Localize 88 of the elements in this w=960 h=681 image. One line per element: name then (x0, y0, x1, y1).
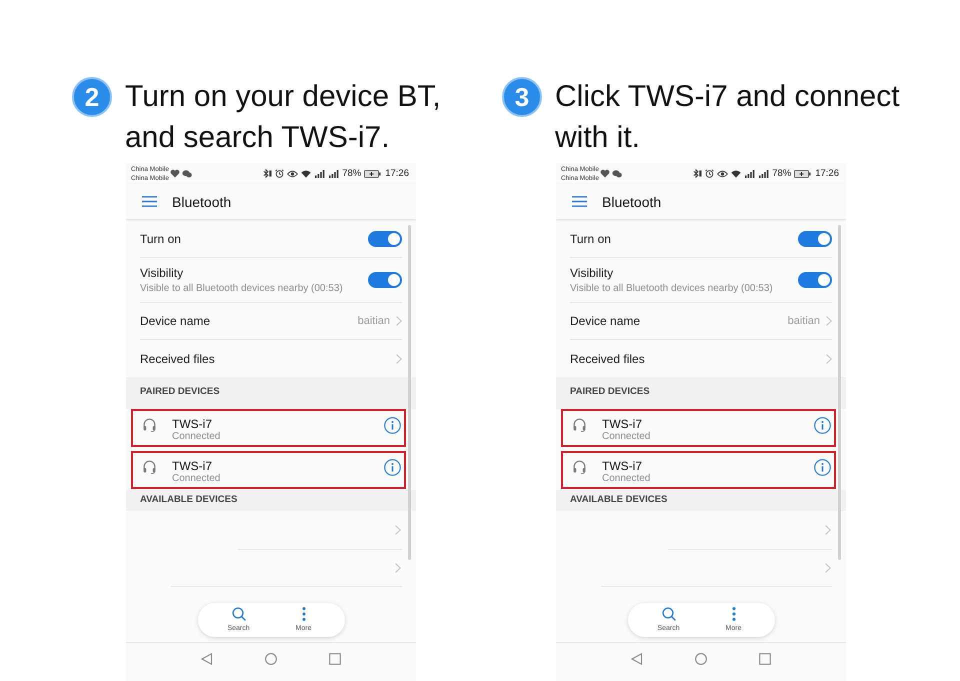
clock-time: 17:26 (385, 168, 409, 179)
app-title: Bluetooth (602, 194, 662, 210)
setting-label: Turn on (570, 232, 611, 246)
setting-label: Received files (140, 352, 215, 366)
alarm-icon (705, 169, 714, 178)
menu-icon[interactable] (572, 196, 587, 207)
search-icon (662, 607, 676, 621)
toggle-switch[interactable] (368, 230, 402, 247)
wifi-icon (731, 170, 742, 178)
device-row[interactable]: TWS-i7 Connected (131, 451, 406, 489)
more-icon (302, 607, 306, 621)
clock-time: 17:26 (815, 168, 839, 179)
battery-percent: 78% (342, 168, 362, 179)
step-title: Click TWS-i7 and connect with it. (555, 79, 900, 156)
setting-value: baitian (788, 314, 820, 328)
device-status: Connected (602, 431, 650, 442)
section-header: AVAILABLE DEVICES (556, 490, 846, 511)
device-status: Connected (602, 473, 650, 484)
wifi-icon (301, 170, 312, 178)
chevron-right-icon (395, 563, 401, 573)
signal-icon (744, 170, 756, 178)
eye-icon (287, 170, 298, 178)
info-icon[interactable] (814, 417, 831, 434)
battery-icon (794, 170, 812, 178)
signal-icon (314, 170, 326, 178)
heart-icon (170, 169, 180, 178)
device-status: Connected (172, 431, 220, 442)
setting-label: Visibility (140, 266, 184, 280)
section-header: PAIRED DEVICES (126, 377, 416, 409)
recent-apps-icon[interactable] (759, 653, 771, 665)
step-badge: 2 (72, 77, 112, 117)
setting-value: baitian (358, 314, 390, 328)
setting-description: Visible to all Bluetooth devices nearby (00:53) (570, 282, 773, 295)
setting-label: Turn on (140, 232, 181, 246)
setting-label: Device name (570, 314, 640, 328)
chevron-right-icon (825, 563, 831, 573)
step-title: Turn on your device BT, and search TWS-i7. (125, 79, 441, 156)
eye-icon (717, 170, 728, 178)
chevron-right-icon (395, 525, 401, 535)
setting-label: Device name (140, 314, 210, 328)
chevron-right-icon (826, 316, 832, 326)
toggle-switch[interactable] (798, 272, 832, 288)
info-icon[interactable] (814, 459, 831, 476)
bluetooth-icon (263, 169, 272, 178)
battery-icon (364, 170, 382, 178)
bluetooth-icon (693, 169, 702, 178)
step-badge: 3 (502, 77, 542, 117)
signal-icon (758, 170, 770, 178)
setting-label: Visibility (570, 266, 614, 280)
section-header: AVAILABLE DEVICES (126, 490, 416, 511)
device-row[interactable]: TWS-i7 Connected (561, 409, 836, 447)
setting-description: Visible to all Bluetooth devices nearby (00:53) (140, 282, 343, 295)
headphones-icon (143, 418, 156, 432)
device-name: TWS-i7 (172, 460, 213, 473)
device-name: TWS-i7 (172, 418, 213, 431)
device-row[interactable]: TWS-i7 Connected (561, 451, 836, 489)
more-icon (732, 607, 736, 621)
device-row[interactable]: TWS-i7 Connected (131, 409, 406, 447)
chevron-right-icon (825, 525, 831, 535)
setting-label: Received files (570, 352, 645, 366)
info-icon[interactable] (384, 459, 401, 476)
home-icon[interactable] (265, 653, 277, 665)
headphones-icon (573, 418, 586, 432)
app-title: Bluetooth (172, 194, 232, 210)
back-icon[interactable] (631, 653, 643, 665)
heart-icon (600, 169, 610, 178)
chat-icon (182, 170, 192, 178)
battery-percent: 78% (772, 168, 792, 179)
device-name: TWS-i7 (602, 418, 643, 431)
chat-icon (612, 170, 622, 178)
headphones-icon (573, 460, 586, 474)
device-name: TWS-i7 (602, 460, 643, 473)
toggle-switch[interactable] (368, 272, 402, 288)
chevron-right-icon (396, 354, 402, 364)
section-header: PAIRED DEVICES (556, 377, 846, 409)
device-status: Connected (172, 473, 220, 484)
headphones-icon (143, 460, 156, 474)
recent-apps-icon[interactable] (329, 653, 341, 665)
info-icon[interactable] (384, 417, 401, 434)
chevron-right-icon (396, 316, 402, 326)
home-icon[interactable] (695, 653, 707, 665)
alarm-icon (275, 169, 284, 178)
signal-icon (328, 170, 340, 178)
toggle-switch[interactable] (798, 230, 832, 247)
chevron-right-icon (826, 354, 832, 364)
back-icon[interactable] (201, 653, 213, 665)
menu-icon[interactable] (142, 196, 157, 207)
search-icon (232, 607, 246, 621)
